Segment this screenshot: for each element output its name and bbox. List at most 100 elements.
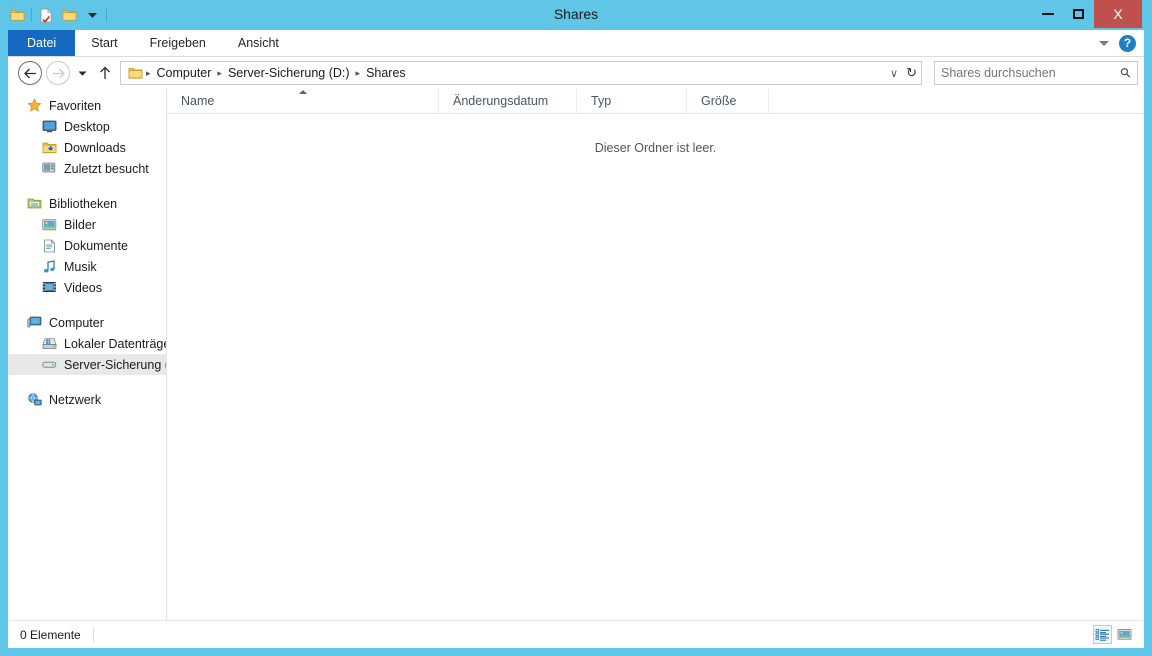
sidebar-item-label: Dokumente (64, 238, 128, 253)
window-controls: X (1032, 0, 1142, 28)
search-box[interactable]: Shares durchsuchen ⚲ (934, 61, 1138, 85)
details-view-button[interactable] (1093, 625, 1112, 644)
nav-group-favoriten: Favoriten Desktop Downloads Zuletzt besu… (8, 95, 166, 179)
column-header-type[interactable]: Typ (577, 89, 687, 113)
sort-ascending-icon (298, 90, 307, 94)
sidebar-item-lokaler-datentraeger[interactable]: Lokaler Datenträger (8, 333, 166, 354)
search-input[interactable]: Shares durchsuchen (941, 66, 1121, 80)
refresh-icon[interactable]: ↻ (906, 65, 917, 81)
sidebar-item-label: Netzwerk (49, 392, 102, 407)
sidebar-item-dokumente[interactable]: Dokumente (8, 235, 166, 256)
breadcrumb-segment-computer[interactable]: Computer (152, 66, 217, 80)
ribbon-tab-bar: Datei Start Freigeben Ansicht ? (8, 30, 1144, 57)
sidebar-item-downloads[interactable]: Downloads (8, 137, 166, 158)
videos-icon (41, 280, 57, 296)
sidebar-item-musik[interactable]: Musik (8, 256, 166, 277)
minimize-button[interactable] (1032, 0, 1063, 28)
address-bar-actions: ∨ ↻ (884, 65, 917, 81)
sidebar-item-label: Videos (64, 280, 102, 295)
navigation-pane: Favoriten Desktop Downloads Zuletzt besu… (8, 89, 167, 620)
window-title: Shares (553, 6, 599, 22)
sidebar-item-label: Musik (64, 259, 97, 274)
status-divider (92, 627, 94, 642)
forward-button[interactable] (46, 61, 70, 85)
tab-datei[interactable]: Datei (8, 30, 76, 56)
column-header-label: Größe (701, 94, 737, 108)
sidebar-item-label: Desktop (64, 119, 110, 134)
arrow-up-icon (100, 66, 110, 79)
large-icons-view-icon (1117, 629, 1132, 640)
sidebar-item-label: Bibliotheken (49, 196, 118, 211)
explorer-window: Shares X Datei Start Freigeben Ansicht ? (0, 0, 1152, 656)
sidebar-item-netzwerk[interactable]: Netzwerk (8, 389, 166, 410)
pictures-icon (41, 217, 57, 233)
music-icon (41, 259, 57, 275)
view-toggle-group (1093, 625, 1144, 644)
maximize-button[interactable] (1063, 0, 1094, 28)
sidebar-item-label: Downloads (64, 140, 126, 155)
column-header-label: Änderungsdatum (453, 94, 549, 108)
history-dropdown-button[interactable] (74, 61, 90, 85)
sidebar-item-favoriten[interactable]: Favoriten (8, 95, 166, 116)
arrow-right-icon (52, 68, 65, 78)
tab-start[interactable]: Start (75, 30, 133, 56)
new-folder-icon[interactable] (60, 6, 78, 24)
breadcrumb: ▸ Computer ▸ Server-Sicherung (D:) ▸ Sha… (145, 66, 884, 80)
column-header-name[interactable]: Name (167, 89, 439, 113)
nav-group-bibliotheken: Bibliotheken Bilder Dokumente Musik Vide… (8, 193, 166, 298)
sidebar-item-label: Zuletzt besucht (64, 161, 149, 176)
sidebar-item-label: Server-Sicherung (D: (64, 357, 166, 372)
sidebar-item-bilder[interactable]: Bilder (8, 214, 166, 235)
properties-icon[interactable] (37, 6, 55, 24)
breadcrumb-segment-drive[interactable]: Server-Sicherung (D:) (223, 66, 355, 80)
sidebar-item-label: Lokaler Datenträger (64, 336, 167, 351)
recent-icon (41, 161, 57, 177)
large-icons-view-button[interactable] (1115, 625, 1134, 644)
toolbar-separator-2 (106, 8, 107, 22)
toolbar-separator (31, 8, 32, 22)
breadcrumb-segment-shares[interactable]: Shares (361, 66, 411, 80)
tab-freigeben[interactable]: Freigeben (134, 30, 222, 56)
desktop-icon (41, 119, 57, 135)
back-button[interactable] (18, 61, 42, 85)
maximize-icon (1073, 9, 1084, 19)
chevron-down-icon[interactable] (1099, 40, 1109, 46)
libraries-icon (26, 196, 42, 212)
downloads-icon (41, 140, 57, 156)
navigation-bar: ▸ Computer ▸ Server-Sicherung (D:) ▸ Sha… (8, 57, 1144, 89)
item-count-label: 0 Elemente (20, 627, 81, 642)
address-bar[interactable]: ▸ Computer ▸ Server-Sicherung (D:) ▸ Sha… (120, 61, 922, 85)
sidebar-item-desktop[interactable]: Desktop (8, 116, 166, 137)
tab-ansicht[interactable]: Ansicht (222, 30, 295, 56)
sidebar-item-bibliotheken[interactable]: Bibliotheken (8, 193, 166, 214)
sidebar-item-server-sicherung[interactable]: Server-Sicherung (D: (8, 354, 166, 375)
status-bar: 0 Elemente (8, 620, 1144, 648)
nav-group-computer: Computer Lokaler Datenträger Server-Sich… (8, 312, 166, 375)
sidebar-item-label: Bilder (64, 217, 96, 232)
sidebar-item-label: Computer (49, 315, 104, 330)
column-header-date[interactable]: Änderungsdatum (439, 89, 577, 113)
window-body: Favoriten Desktop Downloads Zuletzt besu… (8, 89, 1144, 620)
nav-group-netzwerk: Netzwerk (8, 389, 166, 410)
address-dropdown-icon[interactable]: ∨ (890, 67, 898, 80)
column-header-size[interactable]: Größe (687, 89, 769, 113)
sidebar-item-label: Favoriten (49, 98, 102, 113)
details-view-icon (1095, 628, 1109, 641)
file-list[interactable]: Dieser Ordner ist leer. (167, 114, 1144, 620)
minimize-icon (1041, 13, 1054, 15)
sidebar-item-zuletzt-besucht[interactable]: Zuletzt besucht (8, 158, 166, 179)
title-bar: Shares X (0, 0, 1152, 30)
close-button[interactable]: X (1094, 0, 1142, 28)
local-disk-icon (41, 336, 57, 352)
help-icon[interactable]: ? (1119, 34, 1136, 52)
sidebar-item-videos[interactable]: Videos (8, 277, 166, 298)
chevron-down-icon[interactable] (83, 6, 101, 24)
folder-icon[interactable] (8, 6, 26, 24)
arrow-left-icon (23, 68, 36, 78)
sidebar-item-computer[interactable]: Computer (8, 312, 166, 333)
star-icon (26, 98, 42, 114)
drive-icon (41, 357, 57, 373)
chevron-down-icon (78, 71, 86, 76)
column-header-label: Typ (591, 94, 612, 108)
up-button[interactable] (94, 61, 116, 85)
